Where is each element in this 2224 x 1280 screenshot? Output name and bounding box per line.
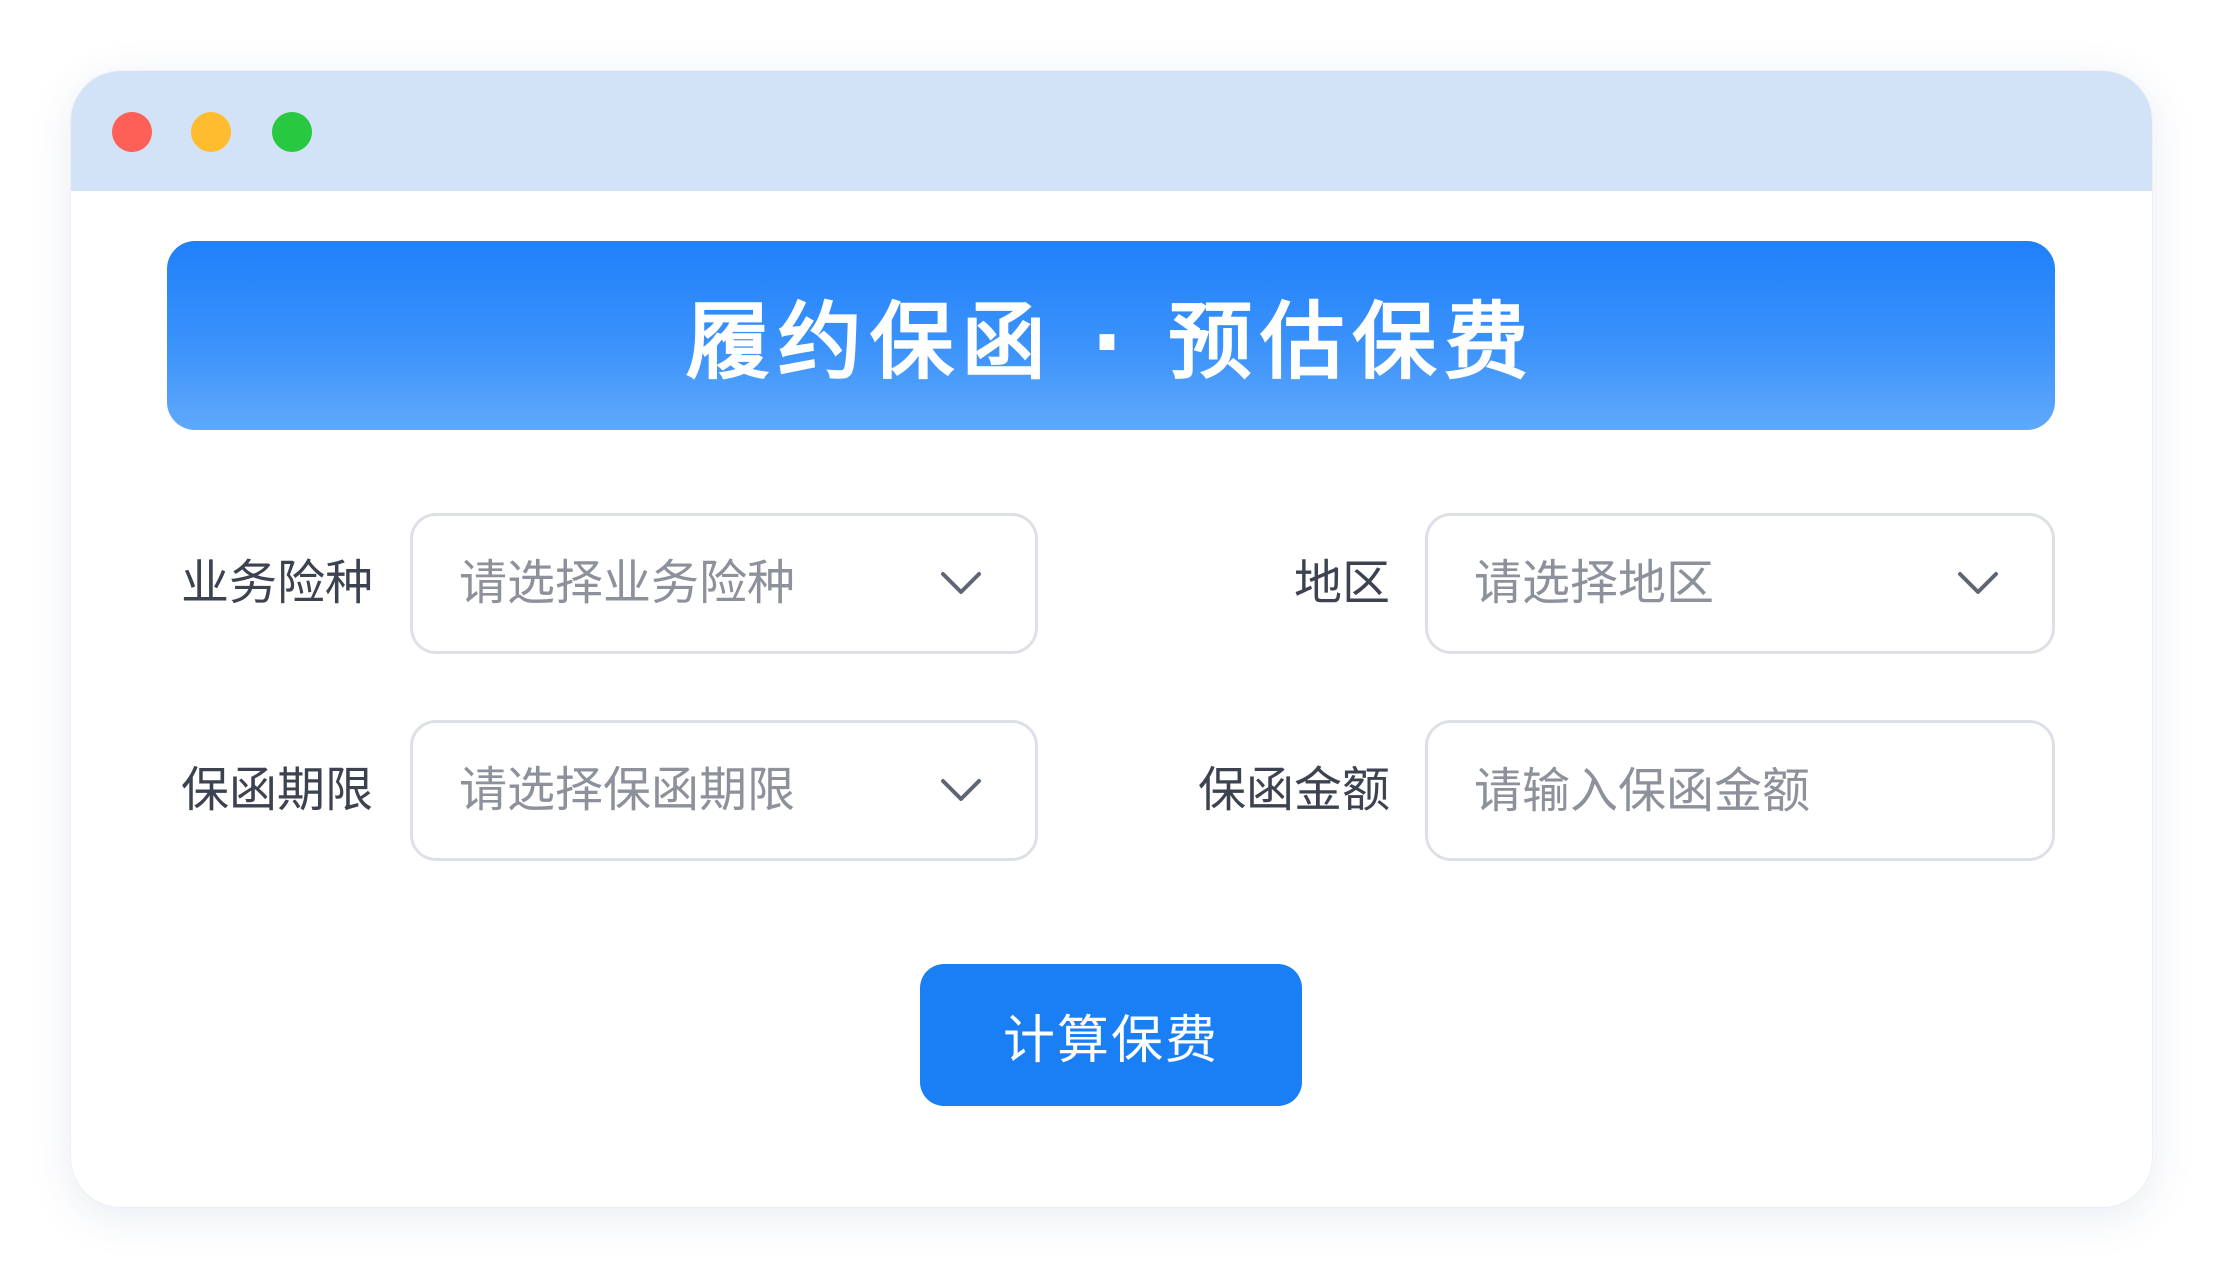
- region-select[interactable]: 请选择地区: [1425, 513, 2055, 654]
- guarantee-amount-label: 保函金额: [1197, 762, 1390, 818]
- guarantee-amount-field[interactable]: [1425, 720, 2055, 861]
- guarantee-term-placeholder: 请选择保函期限: [459, 762, 796, 818]
- business-type-select[interactable]: 请选择业务险种: [410, 513, 1038, 654]
- region-label: 地区: [1293, 555, 1390, 611]
- calculate-premium-button[interactable]: 计算保费: [920, 964, 1302, 1106]
- business-type-placeholder: 请选择业务险种: [459, 555, 796, 611]
- region-placeholder: 请选择地区: [1474, 555, 1715, 611]
- business-type-label: 业务险种: [180, 555, 373, 611]
- app-window: 履约保函 · 预估保费 业务险种 请选择业务险种 地区 请选择地区 保函期限 请…: [71, 71, 2152, 1207]
- guarantee-term-label: 保函期限: [180, 762, 373, 818]
- chevron-down-icon: [941, 572, 981, 594]
- guarantee-term-select[interactable]: 请选择保函期限: [410, 720, 1038, 861]
- maximize-window-button[interactable]: [272, 112, 312, 152]
- minimize-window-button[interactable]: [191, 112, 231, 152]
- page-title: 履约保函 · 预估保费: [685, 293, 1537, 391]
- title-bar: [71, 71, 2152, 191]
- guarantee-amount-input[interactable]: [1428, 723, 2052, 858]
- header-banner: 履约保函 · 预估保费: [167, 241, 2055, 430]
- close-window-button[interactable]: [112, 112, 152, 152]
- chevron-down-icon: [941, 779, 981, 801]
- chevron-down-icon: [1958, 572, 1998, 594]
